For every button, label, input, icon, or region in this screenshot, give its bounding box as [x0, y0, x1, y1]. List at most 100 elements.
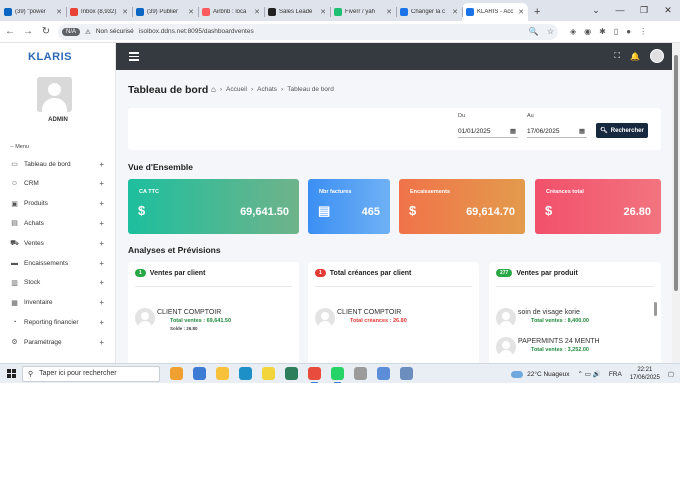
clock-time: 22:21: [637, 367, 653, 373]
browser-tab[interactable]: (39) Publier ✕: [132, 3, 198, 21]
browser-tab[interactable]: Sales Leade ✕: [264, 3, 330, 21]
fullscreen-icon[interactable]: ⛶: [614, 51, 620, 61]
extension-icon[interactable]: ◉: [584, 27, 591, 36]
zoom-icon[interactable]: 🔍: [529, 27, 539, 36]
start-button[interactable]: [0, 364, 22, 384]
calendar-icon[interactable]: ▦: [579, 127, 585, 135]
taskbar-app-icon[interactable]: [193, 367, 206, 380]
extension-icon[interactable]: ◈: [570, 27, 576, 36]
sidebar-item[interactable]: ☺ CRM +: [0, 176, 116, 192]
back-button[interactable]: ←: [4, 26, 16, 37]
expand-icon[interactable]: +: [99, 338, 104, 347]
sidebar-item[interactable]: ▦ Inventaire +: [0, 295, 116, 311]
security-label[interactable]: Non sécurisé: [96, 28, 134, 35]
minimize-button[interactable]: —: [608, 0, 632, 21]
taskbar-app-icon[interactable]: [308, 367, 321, 383]
page-scrollbar[interactable]: [672, 43, 680, 363]
hamburger-menu-icon[interactable]: [129, 52, 139, 61]
sidebar-item[interactable]: ▬ Encaissements +: [0, 255, 116, 271]
panel-scrollbar[interactable]: [654, 302, 657, 316]
sidebar-item[interactable]: ◔ Reporting financier +: [0, 314, 116, 330]
taskbar-app-icon[interactable]: [354, 367, 367, 380]
close-tab-icon[interactable]: ✕: [518, 8, 524, 16]
browser-tab[interactable]: Changer la c ✕: [396, 3, 462, 21]
split-view-icon[interactable]: ▯: [614, 27, 618, 36]
sidebar-item[interactable]: ▤ Achats +: [0, 215, 116, 231]
kpi-value: 69,614.70: [466, 206, 515, 218]
tray-icons[interactable]: ⌃ ▭ 🔊: [578, 370, 601, 378]
home-icon[interactable]: ⌂: [211, 85, 216, 94]
browser-tab[interactable]: KLARIS - Acc ✕: [462, 3, 528, 21]
taskbar-app-icon[interactable]: [377, 367, 390, 380]
close-tab-icon[interactable]: ✕: [452, 8, 458, 16]
brand-logo[interactable]: KLARIS: [0, 51, 100, 63]
taskbar-search-input[interactable]: ⚲ Taper ici pour rechercher: [22, 365, 160, 382]
taskbar-app-icon[interactable]: [285, 367, 298, 380]
taskbar-app-icon[interactable]: [239, 367, 252, 380]
topbar-avatar[interactable]: [650, 49, 664, 63]
from-date-value: 01/01/2025: [458, 127, 491, 135]
browser-tab[interactable]: (39) "power ✕: [0, 3, 66, 21]
system-tray: 22°C Nuageux ⌃ ▭ 🔊 FRA 22:21 17/06/2025 …: [511, 364, 674, 384]
expand-icon[interactable]: +: [99, 179, 104, 188]
reload-button[interactable]: ↻: [40, 26, 52, 37]
taskbar-app-icon[interactable]: [216, 367, 229, 380]
maximize-button[interactable]: ❐: [632, 0, 656, 21]
to-date-input[interactable]: 17/06/2025 ▦: [527, 125, 587, 138]
browser-tab[interactable]: Airbnb : loca ✕: [198, 3, 264, 21]
weather-text: 22°C Nuageux: [527, 370, 570, 378]
kpi-card: Encaissements $69,614.70: [399, 179, 525, 234]
tab-title: Fiverr / yah: [345, 9, 376, 15]
new-tab-button[interactable]: +: [528, 3, 546, 21]
browser-tab[interactable]: Fiverr / yah ✕: [330, 3, 396, 21]
close-tab-icon[interactable]: ✕: [56, 8, 62, 16]
breadcrumb-home[interactable]: Accueil: [226, 86, 247, 93]
tab-search-icon[interactable]: ⌄: [584, 0, 608, 21]
expand-icon[interactable]: +: [99, 318, 104, 327]
close-tab-icon[interactable]: ✕: [320, 8, 326, 16]
entry-name: PAPERMINTS 24 MENTH: [518, 338, 600, 345]
language-indicator[interactable]: FRA: [609, 371, 622, 378]
taskbar-app-icon[interactable]: [400, 367, 413, 380]
expand-icon[interactable]: +: [99, 239, 104, 248]
profile-icon[interactable]: ●: [626, 27, 631, 36]
close-window-button[interactable]: ✕: [656, 0, 680, 21]
close-tab-icon[interactable]: ✕: [122, 8, 128, 16]
search-button[interactable]: 🔍︎ Rechercher: [596, 123, 648, 138]
extensions-puzzle-icon[interactable]: ✱: [599, 27, 606, 36]
breadcrumb-achats[interactable]: Achats: [257, 86, 277, 93]
expand-icon[interactable]: +: [99, 219, 104, 228]
weather-widget[interactable]: 22°C Nuageux: [511, 370, 570, 378]
site-chip[interactable]: N/A: [62, 27, 81, 36]
from-date-input[interactable]: 01/01/2025 ▦: [458, 125, 518, 138]
taskbar-app-icon[interactable]: [262, 367, 275, 380]
notification-bell-icon[interactable]: 🔔: [630, 52, 640, 61]
close-tab-icon[interactable]: ✕: [254, 8, 260, 16]
expand-icon[interactable]: +: [99, 278, 104, 287]
sidebar-item[interactable]: ▭ Tableau de bord +: [0, 156, 116, 172]
calendar-icon[interactable]: ▦: [510, 127, 516, 135]
expand-icon[interactable]: +: [99, 199, 104, 208]
expand-icon[interactable]: +: [99, 160, 104, 169]
sidebar-item[interactable]: ▥ Stock +: [0, 275, 116, 291]
user-avatar-icon: [315, 308, 335, 328]
search-icon: ⚲: [28, 370, 34, 378]
sidebar-item[interactable]: ▣ Produits +: [0, 196, 116, 212]
close-tab-icon[interactable]: ✕: [188, 8, 194, 16]
taskbar-app-icon[interactable]: [331, 367, 344, 383]
bookmark-star-icon[interactable]: ☆: [547, 27, 554, 36]
browser-tab[interactable]: Inbox (8,932) ✕: [66, 3, 132, 21]
expand-icon[interactable]: +: [99, 298, 104, 307]
sidebar-item[interactable]: ⛟ Ventes +: [0, 235, 116, 251]
taskbar-app-icon[interactable]: [170, 367, 183, 380]
address-bar-row: ← → ↻ N/A ⚠ Non sécurisé isolbox.ddns.ne…: [0, 21, 680, 43]
url-input[interactable]: N/A ⚠ Non sécurisé isolbox.ddns.net:8095…: [58, 23, 558, 40]
browser-menu-icon[interactable]: ⋮: [639, 27, 647, 36]
forward-button[interactable]: →: [22, 26, 34, 37]
expand-icon[interactable]: +: [99, 259, 104, 268]
notification-center-icon[interactable]: ▢: [668, 370, 674, 378]
clock[interactable]: 22:21 17/06/2025: [630, 366, 660, 382]
sidebar-item[interactable]: ⚙ Paramétrage +: [0, 334, 116, 350]
taskbar-search-placeholder: Taper ici pour rechercher: [39, 370, 117, 377]
close-tab-icon[interactable]: ✕: [386, 8, 392, 16]
